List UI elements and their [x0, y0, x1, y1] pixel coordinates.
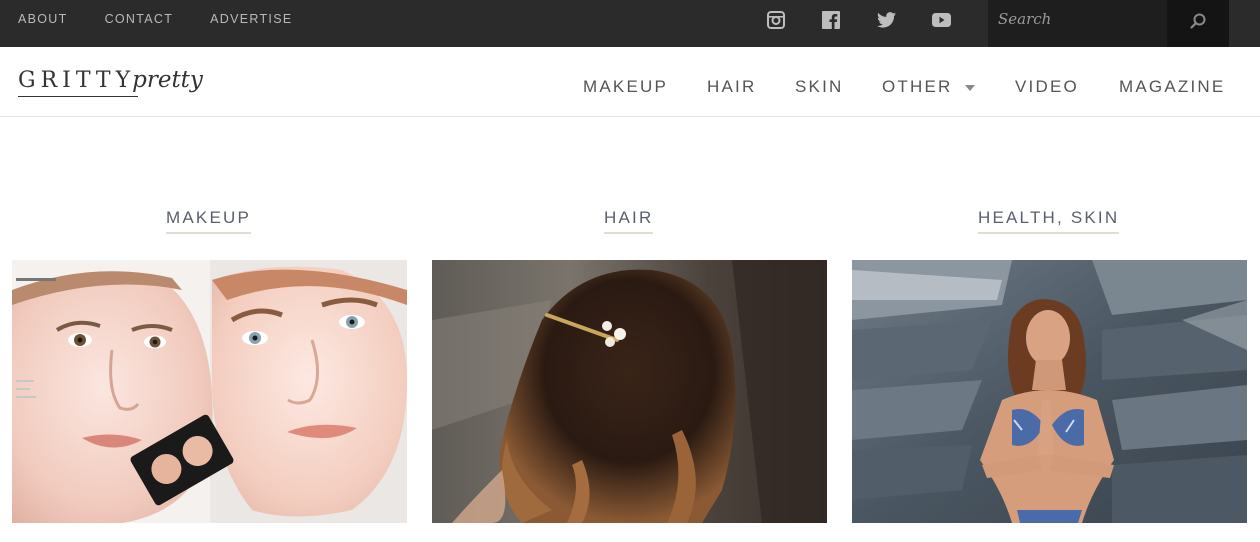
search-box — [988, 0, 1167, 47]
facebook-icon[interactable] — [821, 10, 841, 30]
main-nav: MAKEUP HAIR SKIN OTHER VIDEO MAGAZINE — [0, 77, 1260, 101]
category-title-makeup[interactable]: MAKEUP — [166, 208, 251, 234]
category-title-hair[interactable]: HAIR — [604, 208, 654, 234]
advertise-link[interactable]: ADVERTISE — [210, 12, 292, 26]
site-header: GRITTYpretty MAKEUP HAIR SKIN OTHER VIDE… — [0, 47, 1260, 117]
category-title-health-skin[interactable]: HEALTH, SKIN — [978, 208, 1120, 234]
top-links: ABOUT CONTACT ADVERTISE — [18, 0, 329, 38]
search-button[interactable] — [1167, 0, 1229, 47]
about-link[interactable]: ABOUT — [18, 12, 68, 26]
health-skin-article-image[interactable] — [852, 260, 1247, 523]
chevron-down-icon[interactable] — [965, 85, 975, 91]
contact-link[interactable]: CONTACT — [105, 12, 174, 26]
nav-video[interactable]: VIDEO — [1015, 77, 1079, 97]
nav-skin[interactable]: SKIN — [795, 77, 843, 97]
instagram-icon[interactable] — [766, 10, 786, 30]
twitter-icon[interactable] — [876, 10, 896, 30]
nav-makeup[interactable]: MAKEUP — [583, 77, 668, 97]
nav-magazine[interactable]: MAGAZINE — [1119, 77, 1225, 97]
top-bar: ABOUT CONTACT ADVERTISE — [0, 0, 1260, 47]
hair-article-image[interactable] — [432, 260, 827, 523]
search-icon — [1189, 12, 1207, 35]
nav-other[interactable]: OTHER — [882, 77, 953, 97]
search-input[interactable] — [998, 8, 1158, 30]
makeup-article-image[interactable] — [12, 260, 407, 523]
nav-hair[interactable]: HAIR — [707, 77, 756, 97]
youtube-icon[interactable] — [931, 10, 951, 30]
